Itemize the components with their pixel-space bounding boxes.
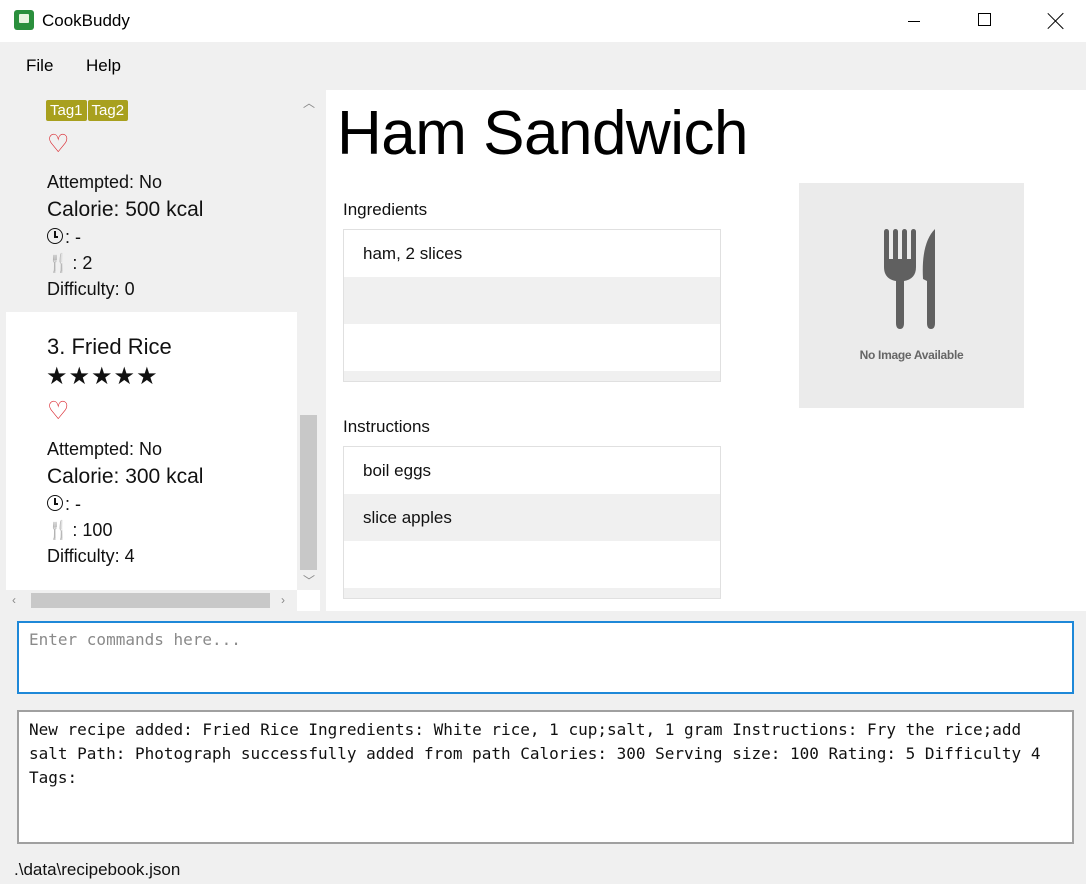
status-bar-path: .\data\recipebook.json [14,860,181,879]
vertical-scrollbar[interactable]: ︿ ﹀ [297,90,320,590]
rating-stars: ★★★★★ [46,363,159,390]
serving-row: 🍴: 100 [47,520,112,541]
attempted-label: Attempted: No [47,439,163,459]
heart-icon: ♡ [47,130,70,158]
recipe-name: 3. Fried Rice [47,334,172,359]
result-text: New recipe added: Fried Rice Ingredients… [29,720,1041,787]
list-item[interactable] [344,324,720,371]
list-scrollbar[interactable] [344,371,720,381]
heart-icon: ♡ [47,397,70,425]
scroll-left-icon[interactable]: ‹ [12,593,16,607]
maximize-button[interactable] [961,0,1007,42]
tag-badge: Tag1 [46,100,87,121]
scrollbar-thumb[interactable] [300,415,317,570]
horizontal-scrollbar[interactable]: ‹ › [6,590,297,611]
ingredients-list[interactable]: ham, 2 slices [343,229,721,382]
recipe-detail: Ham Sandwich Ingredients ham, 2 slices I… [326,90,1086,611]
scroll-down-icon[interactable]: ﹀ [303,572,315,589]
recipe-image: No Image Available [799,183,1024,408]
clock-icon [47,495,63,511]
difficulty-label: Difficulty: 0 [47,279,135,299]
tag-list: Tag1 Tag2 [46,100,129,121]
clock-icon [47,228,63,244]
difficulty-label: Difficulty: 4 [47,546,135,566]
close-button[interactable] [1032,0,1078,42]
command-input[interactable] [27,629,1061,650]
list-item[interactable] [344,541,720,588]
attempted-label: Attempted: No [47,172,163,192]
app-icon [14,10,34,30]
utensils-icon: 🍴 [47,253,70,273]
recipe-card[interactable]: 3. Fried Rice ★★★★★ ♡ Attempted: No Calo… [6,312,297,592]
menu-bar: File Help [0,44,1086,84]
recipe-card[interactable]: ☆☆☆☆☆ Tag1Tag2 ♡ Attempted: No Calorie: … [6,90,297,312]
result-display: New recipe added: Fried Rice Ingredients… [17,710,1074,844]
window-title: CookBuddy [42,11,130,30]
time-value: : - [65,494,81,514]
time-row: : - [47,227,81,248]
fork-knife-icon [884,229,935,329]
time-value: : - [65,227,81,247]
command-box[interactable] [17,621,1074,694]
scroll-up-icon[interactable]: ︿ [303,94,315,111]
menu-file[interactable]: File [26,56,53,76]
list-item[interactable]: slice apples [344,494,720,541]
title-bar: CookBuddy [0,0,1086,42]
time-row: : - [47,494,81,515]
instructions-label: Instructions [343,417,430,436]
serving-value: : 100 [72,520,113,540]
tag-badge: Tag2 [87,100,129,121]
minimize-button[interactable] [890,0,936,42]
list-item[interactable]: ham, 2 slices [344,230,720,277]
scrollbar-thumb[interactable] [31,593,270,608]
list-item[interactable] [344,277,720,324]
ingredients-label: Ingredients [343,200,428,219]
calorie-label: Calorie: 500 kcal [47,198,204,221]
scroll-right-icon[interactable]: › [281,593,285,607]
recipe-title: Ham Sandwich [337,99,748,168]
menu-help[interactable]: Help [86,56,121,76]
rating-stars: ☆☆☆☆☆ [47,90,160,93]
calorie-label: Calorie: 300 kcal [47,465,204,488]
utensils-icon: 🍴 [47,520,70,540]
image-caption: No Image Available [859,348,964,362]
list-item[interactable]: boil eggs [344,447,720,494]
serving-value: : 2 [72,253,93,273]
instructions-list[interactable]: boil eggs slice apples [343,446,721,599]
recipe-list[interactable]: ☆☆☆☆☆ Tag1Tag2 ♡ Attempted: No Calorie: … [6,90,320,611]
serving-row: 🍴: 2 [47,253,92,274]
list-scrollbar[interactable] [344,588,720,598]
